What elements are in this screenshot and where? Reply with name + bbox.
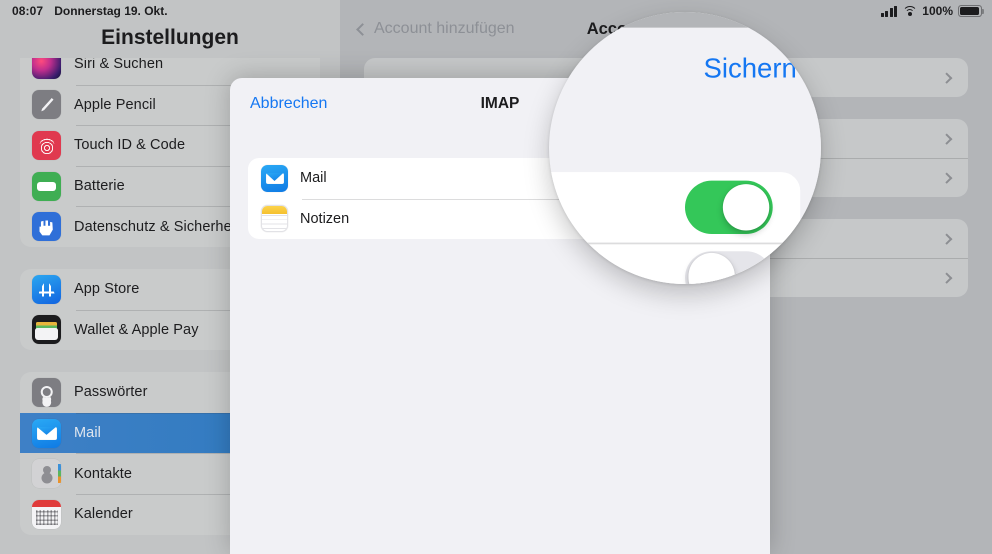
battery-full-icon xyxy=(958,5,984,17)
magnified-row-notizen xyxy=(549,241,801,284)
cancel-button[interactable]: Abbrechen xyxy=(250,95,327,113)
notes-icon xyxy=(261,205,288,233)
magnified-toggle-list xyxy=(549,172,801,284)
zoom-lens: Account hinzufügen Sichern xyxy=(549,12,821,284)
magnified-save-button[interactable]: Sichern xyxy=(703,55,796,86)
magnified-notes-toggle[interactable] xyxy=(685,250,773,284)
status-time: 08:07 xyxy=(12,4,44,18)
zoom-lens-content: Account hinzufügen Sichern xyxy=(549,12,821,284)
status-bar: 08:07 Donnerstag 19. Okt. 100% xyxy=(0,0,992,22)
magnified-row-mail xyxy=(549,172,800,242)
status-bar-left: 08:07 Donnerstag 19. Okt. xyxy=(0,4,168,18)
ipad-settings-screen: 08:07 Donnerstag 19. Okt. 100% Einstellu… xyxy=(0,0,992,554)
cellular-bars-icon xyxy=(880,5,898,17)
battery-percent-label: 100% xyxy=(922,4,953,18)
magnified-mail-toggle[interactable] xyxy=(685,180,773,234)
wifi-icon xyxy=(902,5,918,17)
mail-icon xyxy=(261,164,288,192)
status-date: Donnerstag 19. Okt. xyxy=(54,4,168,18)
status-bar-right: 100% xyxy=(880,4,984,18)
